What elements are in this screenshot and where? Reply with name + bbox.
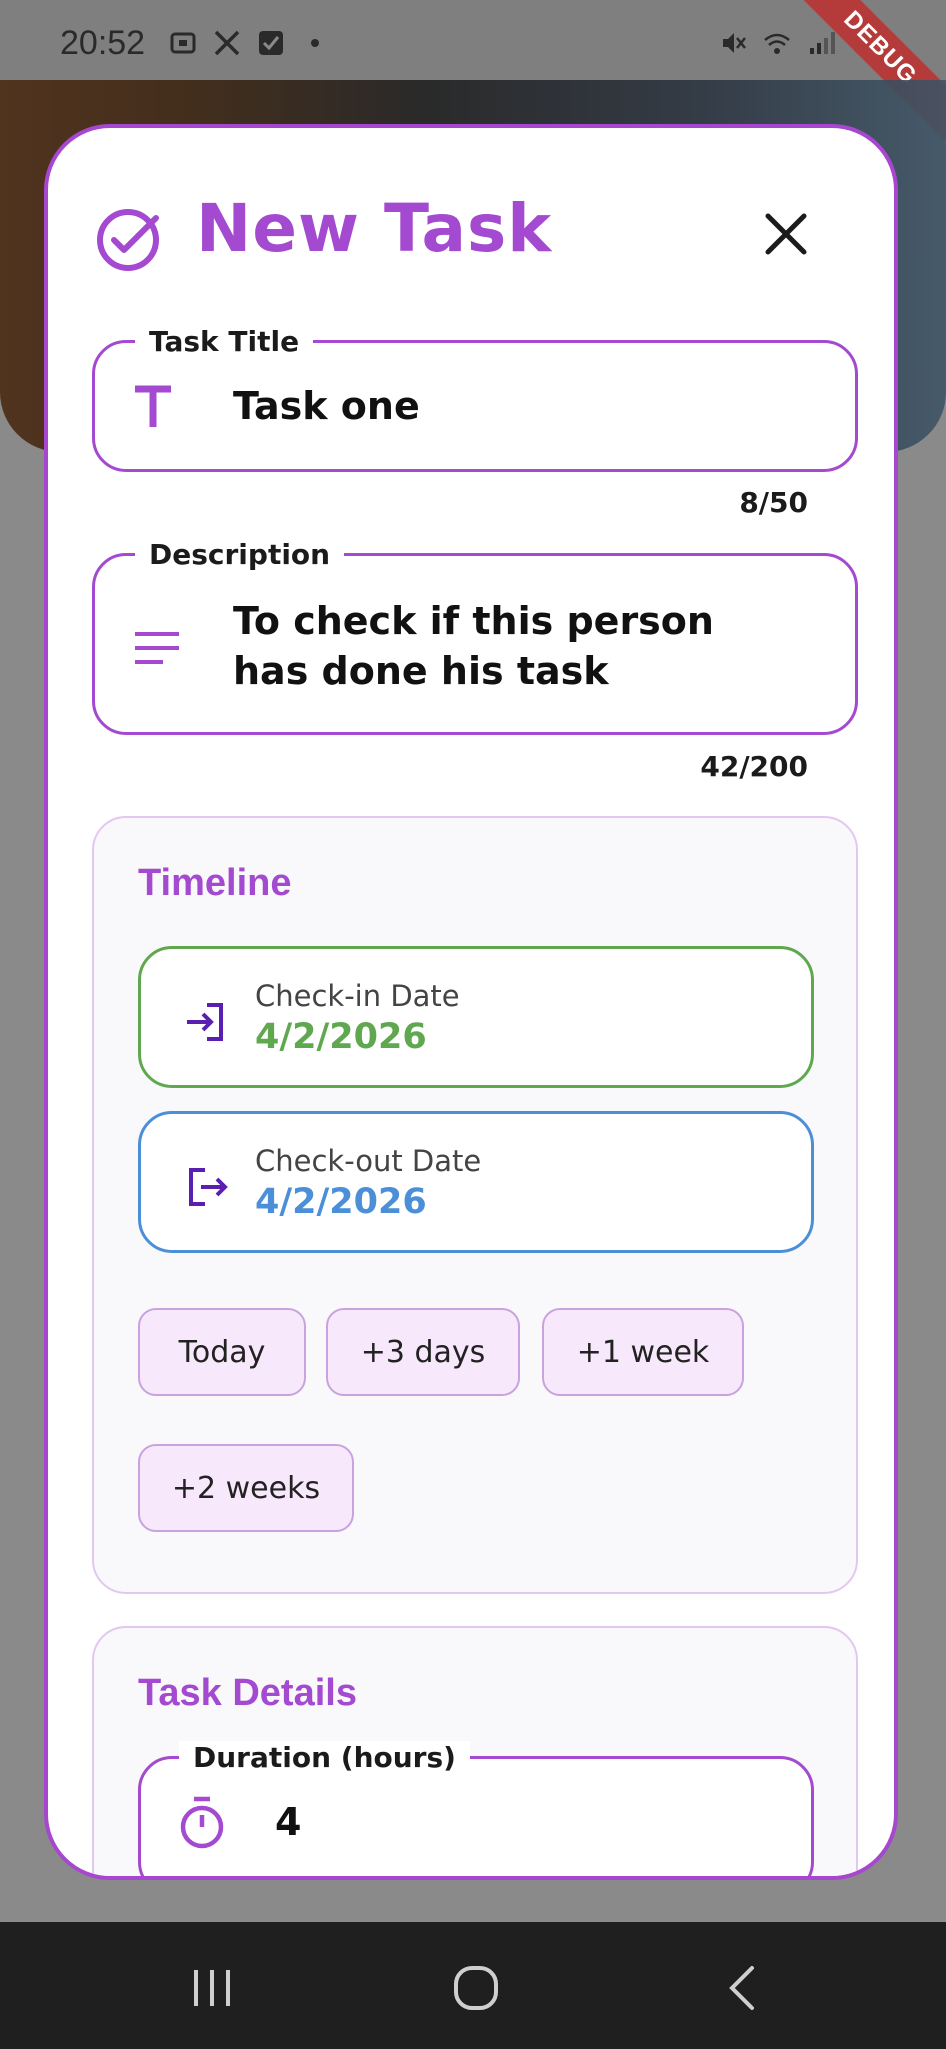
duration-field[interactable]: Duration (hours) 4 — [138, 1741, 814, 1876]
check-in-value: 4/2/2026 — [255, 1017, 427, 1057]
check-out-label: Check-out Date — [255, 1144, 482, 1178]
home-icon[interactable] — [446, 1958, 506, 2018]
login-icon — [187, 1003, 223, 1041]
recent-apps-icon[interactable] — [182, 1958, 242, 2018]
description-label: Description — [135, 538, 345, 571]
check-box-icon — [259, 31, 283, 55]
logout-icon — [189, 1168, 228, 1206]
title-t-icon — [135, 385, 171, 427]
description-field[interactable]: Description To check if this person has … — [92, 538, 858, 735]
wifi-icon — [764, 33, 790, 54]
new-task-sheet: New Task Task Title Task one 8/50 Descri… — [44, 124, 898, 1880]
task-details-section: Task Details Duration (hours) 4 — [92, 1626, 858, 1876]
check-circle-icon — [97, 209, 159, 271]
timeline-section: Timeline Check-in Date 4/2/2026 Check-ou… — [92, 816, 858, 1594]
status-left-icons — [168, 28, 330, 58]
quick-pick-2-weeks[interactable]: +2 weeks — [138, 1444, 354, 1532]
task-details-title: Task Details — [138, 1672, 357, 1714]
status-bar: 20:52 DEBUG — [0, 0, 946, 140]
x-app-icon — [214, 30, 240, 56]
task-title-field[interactable]: Task Title Task one — [92, 325, 858, 472]
task-title-input[interactable]: Task one — [233, 381, 420, 431]
signal-icon — [810, 32, 835, 54]
dot-icon — [311, 39, 319, 47]
back-icon[interactable] — [714, 1958, 774, 2018]
check-in-label: Check-in Date — [255, 979, 460, 1013]
task-title-counter: 8/50 — [739, 486, 808, 519]
check-out-date-card[interactable]: Check-out Date 4/2/2026 — [138, 1111, 814, 1253]
task-title-label: Task Title — [135, 325, 314, 358]
duration-label: Duration (hours) — [179, 1741, 470, 1774]
quick-pick-1-week[interactable]: +1 week — [542, 1308, 744, 1396]
timeline-title: Timeline — [138, 862, 292, 904]
mute-icon — [723, 33, 746, 53]
system-nav-bar — [0, 1922, 946, 2049]
description-counter: 42/200 — [700, 750, 808, 783]
page-title: New Task — [196, 190, 553, 267]
close-icon[interactable] — [760, 208, 812, 260]
screenshot-icon — [170, 32, 196, 54]
check-out-value: 4/2/2026 — [255, 1182, 427, 1222]
quick-pick-3-days[interactable]: +3 days — [326, 1308, 520, 1396]
quick-pick-today[interactable]: Today — [138, 1308, 306, 1396]
status-time: 20:52 — [60, 24, 146, 62]
duration-input[interactable]: 4 — [275, 1797, 301, 1847]
check-in-date-card[interactable]: Check-in Date 4/2/2026 — [138, 946, 814, 1088]
notes-lines-icon — [135, 632, 179, 664]
description-input[interactable]: To check if this person has done his tas… — [233, 596, 793, 696]
timer-icon — [180, 1796, 224, 1849]
